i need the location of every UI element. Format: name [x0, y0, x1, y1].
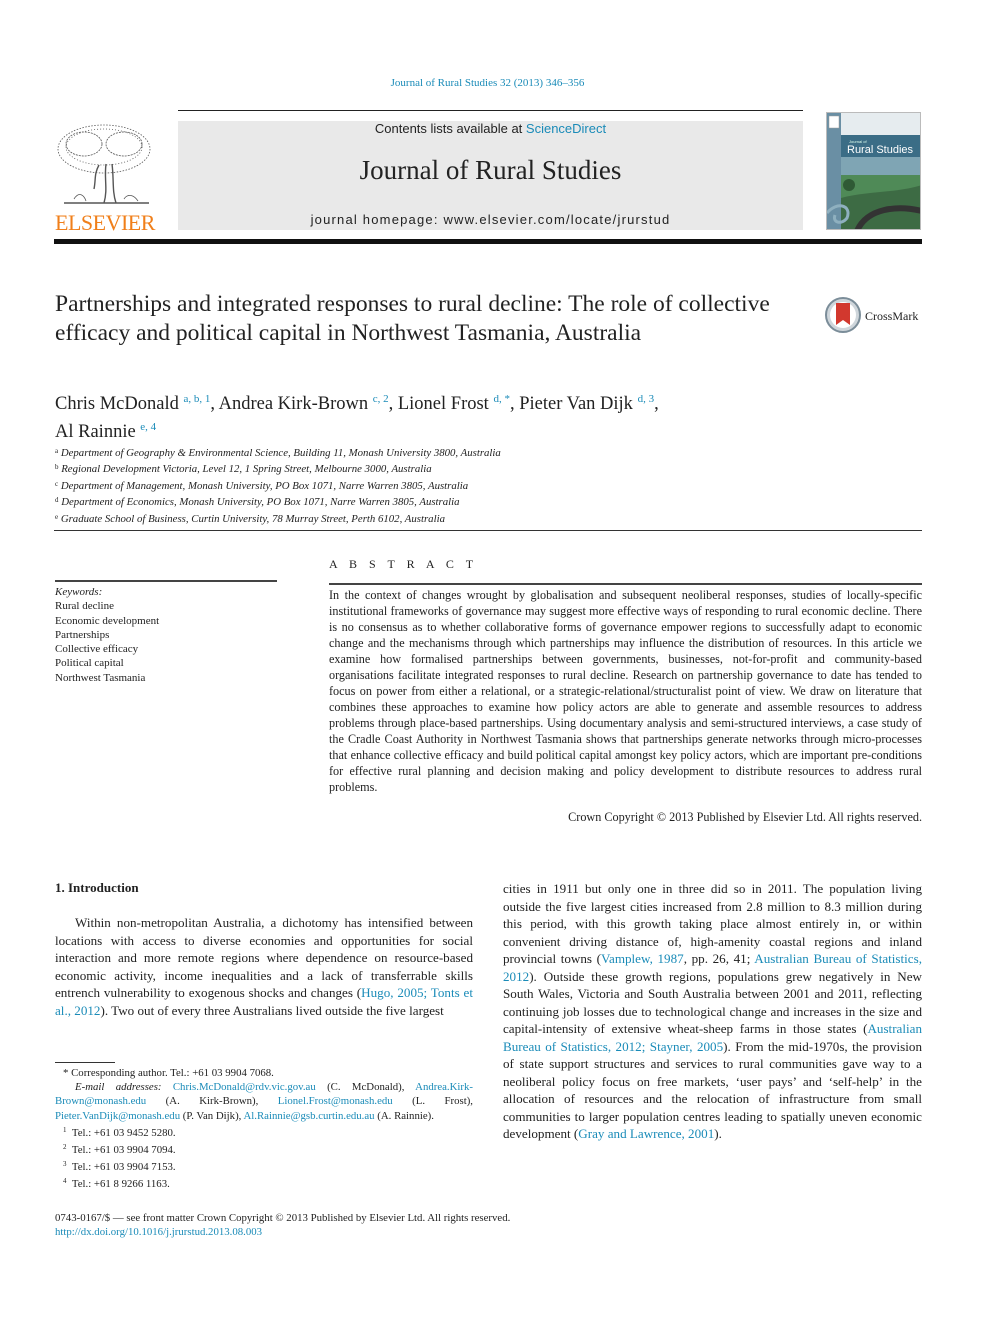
author-affiliation-sup[interactable]: d, 3 — [638, 393, 655, 405]
citation-link[interactable]: Gray and Lawrence, 2001 — [578, 1126, 714, 1141]
front-matter-notice: 0743-0167/$ — see front matter Crown Cop… — [55, 1212, 511, 1224]
cover-title: Rural Studies — [847, 144, 914, 156]
affiliation-item: e Graduate School of Business, Curtin Un… — [55, 512, 445, 525]
author[interactable]: Andrea Kirk-Brown c, 2 — [219, 393, 389, 414]
author[interactable]: Chris McDonald a, b, 1 — [55, 393, 210, 414]
phone-note: 4 Tel.: +61 8 9266 1163. — [63, 1177, 170, 1191]
crossmark-label: CrossMark — [865, 309, 918, 323]
contents-prefix: Contents lists available at — [374, 121, 526, 136]
affiliation-item: b Regional Development Victoria, Level 1… — [55, 463, 432, 476]
email-link[interactable]: Lionel.Frost@monash.edu — [278, 1095, 393, 1107]
running-head[interactable]: Journal of Rural Studies 32 (2013) 346–3… — [0, 77, 975, 89]
keywords-label: Keywords: — [55, 586, 103, 598]
journal-cover-image[interactable]: Journal of Rural Studies — [826, 112, 921, 230]
affiliation-item: d Department of Economics, Monash Univer… — [55, 496, 460, 509]
author-list: Chris McDonald a, b, 1, Andrea Kirk-Brow… — [55, 393, 659, 442]
article-title: Partnerships and integrated responses to… — [55, 291, 770, 346]
body-column-right: cities in 1911 but only one in three did… — [503, 880, 922, 1143]
author-affiliation-sup[interactable]: a, b, 1 — [183, 393, 210, 405]
phone-note: 1 Tel.: +61 03 9452 5280. — [63, 1125, 176, 1139]
corresponding-author-note: * Corresponding author. Tel.: +61 03 990… — [63, 1067, 274, 1079]
affiliation-item: c Department of Management, Monash Unive… — [55, 479, 469, 492]
abstract-heading: A B S T R A C T — [329, 557, 478, 571]
keywords-block: Keywords: Rural decline Economic develop… — [55, 585, 277, 685]
contents-line: Contents lists available at ScienceDirec… — [178, 121, 803, 136]
email-link[interactable]: Pieter.VanDijk@monash.edu — [55, 1110, 180, 1122]
email-link[interactable]: Al.Rainnie@gsb.curtin.edu.au — [243, 1110, 374, 1122]
author[interactable]: Lionel Frost d, * — [398, 393, 510, 414]
author-affiliation-sup[interactable]: c, 2 — [373, 393, 389, 405]
keyword-item: Northwest Tasmania — [55, 671, 146, 684]
keyword-item: Economic development — [55, 614, 160, 627]
keyword-item: Collective efficacy — [55, 643, 139, 656]
citation-link[interactable]: Vamplew, 1987 — [601, 951, 684, 966]
footnote-rule — [55, 1062, 115, 1063]
keyword-item: Partnerships — [55, 628, 110, 641]
affiliation-item: a Department of Geography & Environmenta… — [55, 447, 501, 459]
paragraph: Within non-metropolitan Australia, a dic… — [55, 915, 474, 1018]
author[interactable]: Al Rainnie e, 4 — [55, 421, 156, 442]
body-column-left: Within non-metropolitan Australia, a dic… — [55, 914, 473, 1020]
keyword-item: Rural decline — [55, 600, 114, 613]
author[interactable]: Pieter Van Dijk d, 3 — [519, 393, 655, 414]
top-rule — [178, 110, 803, 111]
journal-homepage-link[interactable]: journal homepage: www.elsevier.com/locat… — [178, 212, 803, 227]
author-affiliation-sup[interactable]: d, * — [493, 393, 510, 405]
journal-title[interactable]: Journal of Rural Studies — [178, 155, 803, 186]
masthead-thick-rule — [54, 239, 922, 244]
abstract-text: In the context of changes wrought by glo… — [329, 588, 922, 794]
phone-note: 2 Tel.: +61 03 9904 7094. — [63, 1143, 176, 1157]
paragraph: cities in 1911 but only one in three did… — [503, 881, 922, 1141]
doi-link[interactable]: http://dx.doi.org/10.1016/j.jrurstud.201… — [55, 1226, 262, 1238]
crossmark-button[interactable]: CrossMark — [825, 295, 925, 335]
phone-note: 3 Tel.: +61 03 9904 7153. — [63, 1160, 176, 1174]
sciencedirect-link[interactable]: ScienceDirect — [526, 121, 606, 136]
keyword-item: Political capital — [55, 657, 124, 670]
abstract-copyright: Crown Copyright © 2013 Published by Else… — [568, 810, 922, 824]
email-link[interactable]: Chris.McDonald@rdv.vic.gov.au — [173, 1081, 316, 1093]
section-divider — [54, 530, 922, 531]
elsevier-wordmark[interactable]: ELSEVIER — [54, 210, 156, 236]
author-affiliation-sup[interactable]: e, 4 — [140, 421, 156, 433]
affiliations: a Department of Geography & Environmenta… — [55, 444, 655, 526]
footnotes: * Corresponding author. Tel.: +61 03 990… — [55, 1066, 473, 1192]
abstract-rule — [329, 583, 922, 585]
section-heading-introduction: 1. Introduction — [55, 880, 139, 895]
keywords-rule — [55, 580, 277, 582]
email-addresses: E-mail addresses: Chris.McDonald@rdv.vic… — [55, 1081, 473, 1122]
